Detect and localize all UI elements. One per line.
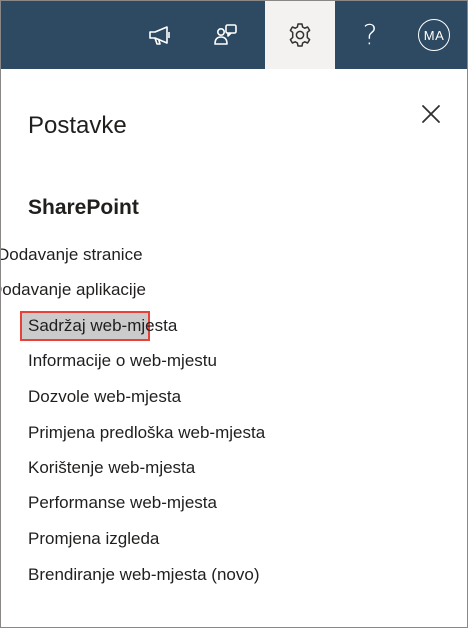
section-title: SharePoint: [28, 196, 139, 219]
whats-new-button[interactable]: [127, 1, 193, 69]
menu-item-add-page[interactable]: Dodavanje stranice: [1, 245, 143, 265]
help-button[interactable]: ?: [337, 1, 403, 69]
avatar: MA: [418, 19, 450, 51]
gear-icon: [287, 22, 313, 48]
menu-item-site-performance[interactable]: Performanse web-mjesta: [28, 493, 217, 513]
menu-item-apply-site-template[interactable]: Primjena predloška web-mjesta: [28, 423, 265, 443]
close-icon: [421, 104, 441, 129]
menu-item-site-information[interactable]: Informacije o web-mjestu: [28, 351, 217, 371]
menu-item-add-app[interactable]: Dodavanje aplikacije: [1, 280, 146, 300]
help-icon: ?: [362, 18, 378, 51]
panel-title: Postavke: [28, 112, 127, 139]
close-button[interactable]: [417, 102, 445, 130]
menu-item-site-branding[interactable]: Brendiranje web-mjesta (novo): [28, 565, 260, 585]
feedback-button[interactable]: [193, 1, 259, 69]
megaphone-icon: [147, 24, 173, 46]
top-bar: ? MA: [1, 1, 467, 69]
menu-item-change-the-look[interactable]: Promjena izgleda: [28, 529, 159, 549]
settings-window: ? MA Postavke SharePoint Dodavanje stran…: [0, 0, 468, 628]
settings-button[interactable]: [265, 1, 335, 69]
menu-item-site-permissions[interactable]: Dozvole web-mjesta: [28, 387, 181, 407]
menu-item-site-contents[interactable]: Sadržaj web-mjesta: [28, 316, 177, 336]
account-button[interactable]: MA: [404, 1, 464, 69]
feedback-icon: [213, 22, 239, 48]
menu-item-site-usage[interactable]: Korištenje web-mjesta: [28, 458, 195, 478]
